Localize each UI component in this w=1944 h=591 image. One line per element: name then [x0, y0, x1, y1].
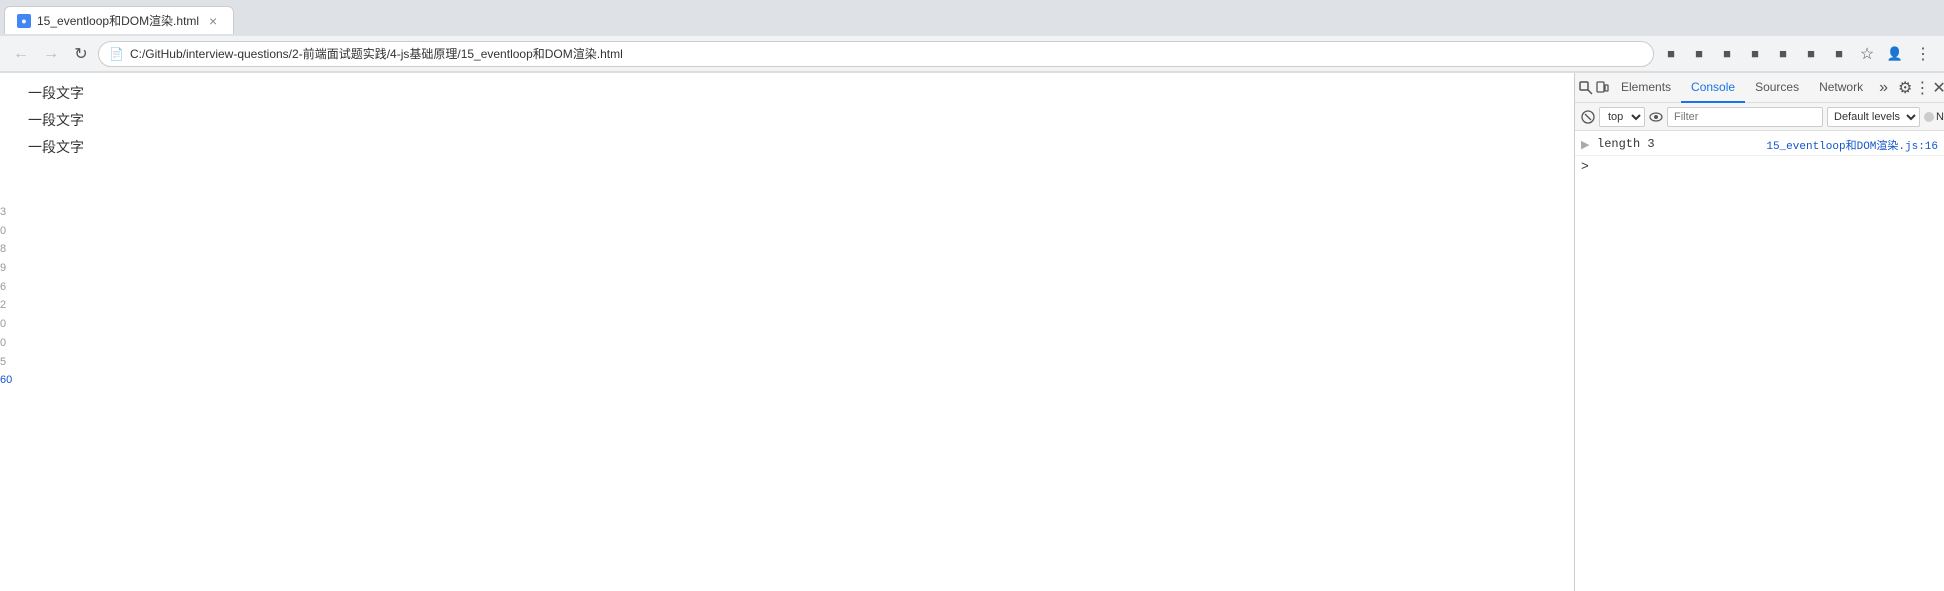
browser-toolbar: ← → ↻ 📄 C:/GitHub/interview-questions/2-… [0, 36, 1944, 72]
toolbar-right: ■ ■ ■ ■ ■ ■ ■ ☆ 👤 ⋮ [1658, 41, 1936, 67]
devtools-panel: Elements Console Sources Network » ⚙ ⋮ ✕ [1574, 73, 1944, 591]
main-layout: 一段文字 一段文字 一段文字 3 0 8 9 6 2 0 0 5 60 [0, 73, 1944, 591]
extension-icon-3[interactable]: ■ [1714, 41, 1740, 67]
profile-icon[interactable]: 👤 [1882, 41, 1908, 67]
tab-title: 15_eventloop和DOM渲染.html [37, 12, 199, 29]
console-source-link[interactable]: 15_eventloop和DOM渲染.js:16 [1766, 137, 1938, 153]
reload-button[interactable]: ↻ [68, 41, 94, 67]
address-bar[interactable]: 📄 C:/GitHub/interview-questions/2-前端面试题实… [98, 41, 1654, 67]
device-toolbar-button[interactable] [1595, 76, 1609, 100]
page-content: 一段文字 一段文字 一段文字 3 0 8 9 6 2 0 0 5 60 [0, 73, 1574, 591]
console-level-select[interactable]: Default levels Verbose Info Warnings Err… [1827, 107, 1920, 127]
settings-icon[interactable]: ⋮ [1910, 41, 1936, 67]
page-line-1: 一段文字 [28, 81, 1574, 106]
extension-icon-4[interactable]: ■ [1742, 41, 1768, 67]
console-message-length: length 3 [1597, 137, 1766, 151]
console-expand-icon[interactable]: ▶ [1581, 137, 1597, 152]
forward-button[interactable]: → [38, 41, 64, 67]
tab-favicon: ● [17, 14, 31, 28]
tab-network[interactable]: Network [1809, 73, 1873, 103]
browser-tab[interactable]: ● 15_eventloop和DOM渲染.html × [4, 6, 234, 34]
no-errors-dot [1924, 112, 1934, 122]
devtools-more-button[interactable]: ⋮ [1914, 76, 1930, 100]
more-tabs-button[interactable]: » [1873, 79, 1894, 97]
devtools-close-button[interactable]: ✕ [1932, 76, 1944, 100]
no-errors-label: No [1936, 111, 1944, 123]
console-prompt-row[interactable]: > [1575, 156, 1944, 177]
page-line-3: 一段文字 [28, 135, 1574, 160]
devtools-settings-button[interactable]: ⚙ [1898, 76, 1912, 100]
extension-icon-2[interactable]: ■ [1686, 41, 1712, 67]
console-toolbar: top Default levels Verbose Info Warnings… [1575, 103, 1944, 131]
extension-icon-1[interactable]: ■ [1658, 41, 1684, 67]
extension-icon-6[interactable]: ■ [1798, 41, 1824, 67]
console-context-select[interactable]: top [1599, 107, 1645, 127]
browser-chrome: ● 15_eventloop和DOM渲染.html × ← → ↻ 📄 C:/G… [0, 0, 1944, 73]
extension-icon-5[interactable]: ■ [1770, 41, 1796, 67]
page-type-icon: 📄 [109, 47, 124, 61]
page-line-2: 一段文字 [28, 108, 1574, 133]
console-content: ▶ length 3 15_eventloop和DOM渲染.js:16 > [1575, 131, 1944, 591]
tab-sources[interactable]: Sources [1745, 73, 1809, 103]
devtools-top-toolbar: Elements Console Sources Network » ⚙ ⋮ ✕ [1575, 73, 1944, 103]
url-text: C:/GitHub/interview-questions/2-前端面试题实践/… [130, 45, 1643, 62]
console-prompt-input[interactable] [1595, 160, 1938, 174]
back-button[interactable]: ← [8, 41, 34, 67]
line-numbers: 3 0 8 9 6 2 0 0 5 60 [0, 203, 12, 390]
clear-console-button[interactable] [1581, 106, 1595, 128]
tab-elements[interactable]: Elements [1611, 73, 1681, 103]
console-filter-input[interactable] [1667, 107, 1823, 127]
tab-close-button[interactable]: × [205, 13, 221, 29]
tab-bar: ● 15_eventloop和DOM渲染.html × [0, 0, 1944, 36]
console-eye-button[interactable] [1649, 106, 1663, 128]
console-prompt-symbol: > [1581, 159, 1589, 174]
bookmark-star-icon[interactable]: ☆ [1854, 41, 1880, 67]
no-errors-indicator: No [1924, 111, 1944, 123]
console-row-length: ▶ length 3 15_eventloop和DOM渲染.js:16 [1575, 135, 1944, 156]
tab-console[interactable]: Console [1681, 73, 1745, 103]
inspect-element-button[interactable] [1579, 76, 1593, 100]
extension-icon-7[interactable]: ■ [1826, 41, 1852, 67]
